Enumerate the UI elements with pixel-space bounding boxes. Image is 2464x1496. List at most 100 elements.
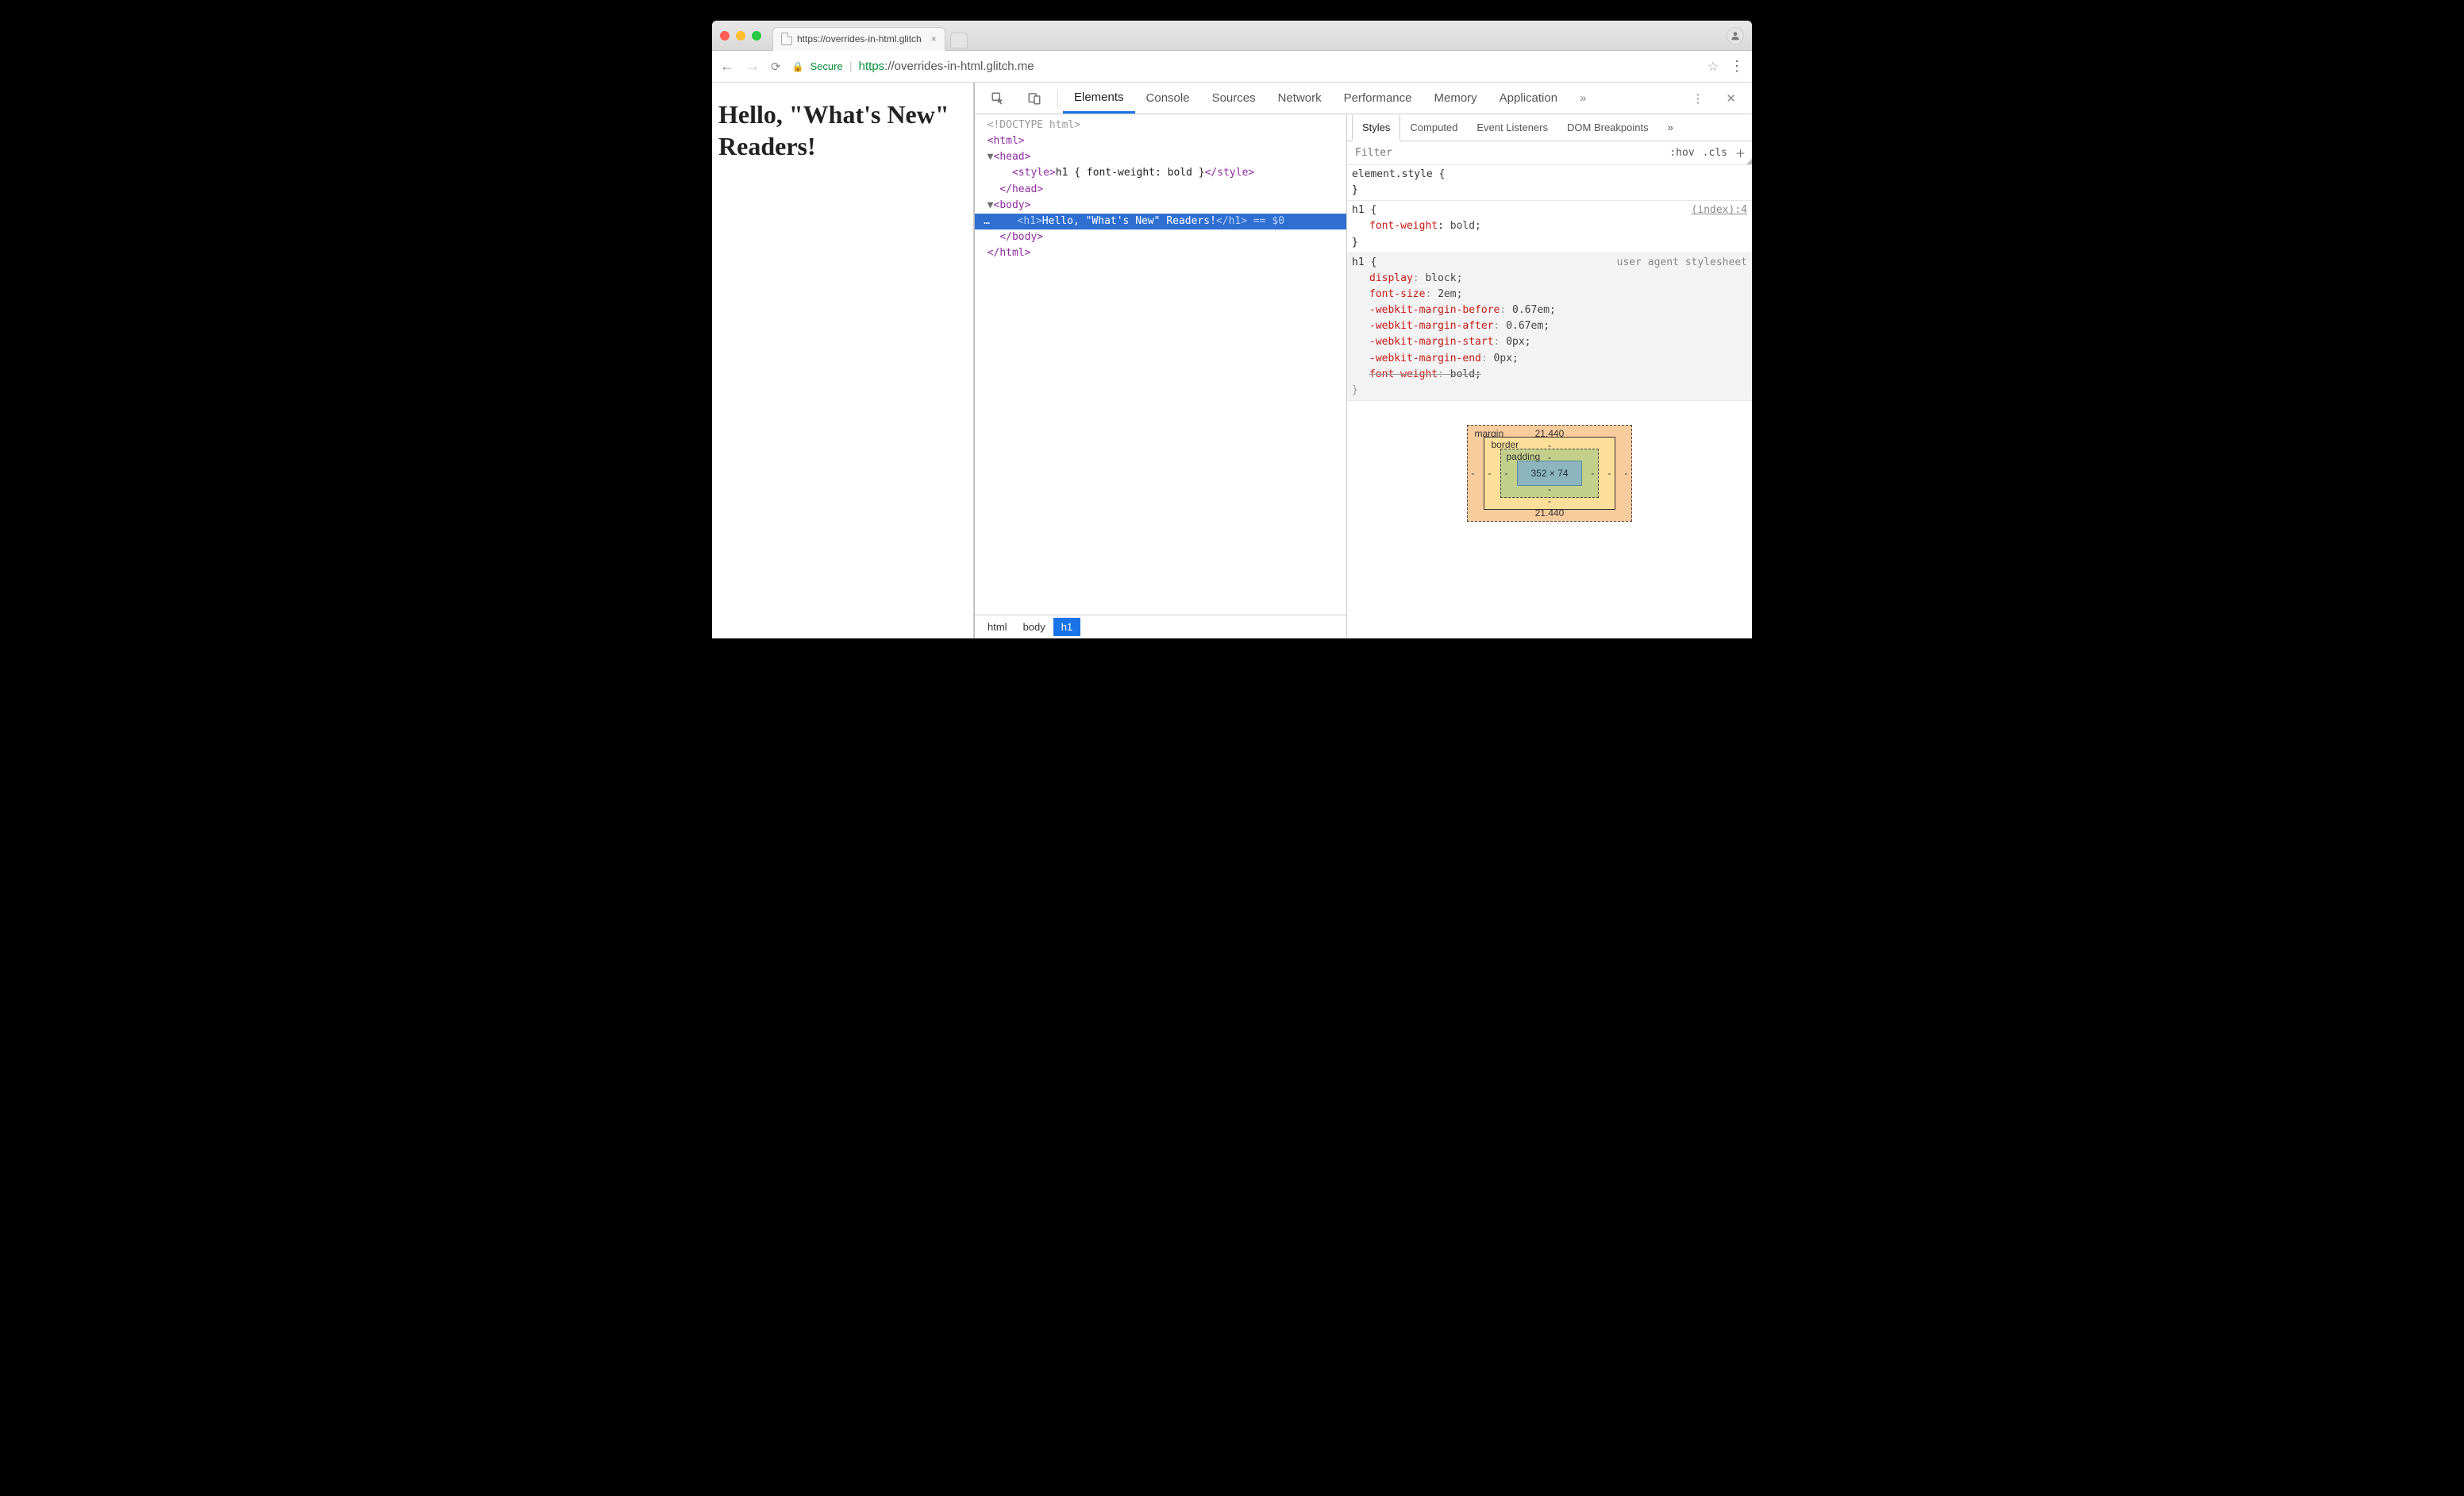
css-declaration[interactable]: -webkit-margin-end: 0px; [1352, 351, 1747, 367]
styles-panel: Styles Computed Event Listeners DOM Brea… [1347, 114, 1752, 638]
styles-tabs-overflow-icon[interactable]: » [1658, 114, 1683, 141]
dom-tree[interactable]: <!DOCTYPE html> <html> ▼<head> <style>h1… [975, 114, 1346, 615]
tab-sources[interactable]: Sources [1201, 83, 1267, 114]
browser-window: https://overrides-in-html.glitch × ← → ⟳… [712, 21, 1752, 638]
dom-html-close[interactable]: </html> [975, 245, 1346, 261]
address-bar: ← → ⟳ 🔒 Secure | https://overrides-in-ht… [712, 51, 1752, 83]
padding-top[interactable]: - [1548, 452, 1551, 463]
margin-left[interactable]: - [1471, 468, 1474, 479]
devtools-menu-icon[interactable]: ⋮ [1681, 83, 1715, 114]
tab-performance[interactable]: Performance [1333, 83, 1423, 114]
chrome-menu-icon[interactable]: ⋮ [1730, 58, 1744, 75]
padding-bottom[interactable]: - [1548, 484, 1551, 495]
tab-application[interactable]: Application [1488, 83, 1569, 114]
page-icon [781, 33, 792, 45]
css-declaration[interactable]: -webkit-margin-before: 0.67em; [1352, 303, 1747, 318]
devtools-body: <!DOCTYPE html> <html> ▼<head> <style>h1… [975, 114, 1752, 638]
tab-title: https://overrides-in-html.glitch [797, 33, 922, 44]
tab-event-listeners[interactable]: Event Listeners [1467, 114, 1557, 141]
separator: | [849, 60, 853, 73]
box-model: margin 21.440 21.440 - - border - - - [1347, 401, 1752, 638]
elements-panel: <!DOCTYPE html> <html> ▼<head> <style>h1… [975, 114, 1347, 638]
browser-tab[interactable]: https://overrides-in-html.glitch × [772, 27, 945, 51]
tab-dom-breakpoints[interactable]: DOM Breakpoints [1557, 114, 1658, 141]
dom-head-close[interactable]: </head> [975, 182, 1346, 198]
tab-computed[interactable]: Computed [1400, 114, 1467, 141]
devtools-tabs: Elements Console Sources Network Perform… [975, 83, 1752, 114]
minimize-window-icon[interactable] [736, 31, 745, 40]
dom-style[interactable]: <style>h1 { font-weight: bold }</style> [975, 165, 1346, 181]
css-declaration[interactable]: -webkit-margin-start: 0px; [1352, 334, 1747, 350]
rule-source: user agent stylesheet [1617, 255, 1747, 271]
dom-doctype[interactable]: <!DOCTYPE html> [975, 118, 1346, 133]
dom-body-close[interactable]: </body> [975, 229, 1346, 245]
styles-tabs: Styles Computed Event Listeners DOM Brea… [1347, 114, 1752, 141]
devtools-close-icon[interactable]: ✕ [1715, 83, 1747, 114]
styles-filter-row: :hov .cls ＋ [1347, 141, 1752, 165]
tabs-overflow-icon[interactable]: » [1569, 83, 1597, 114]
css-declaration[interactable]: display: block; [1352, 271, 1747, 287]
css-declaration-overridden[interactable]: font-weight: bold; [1352, 367, 1747, 383]
tab-memory[interactable]: Memory [1423, 83, 1488, 114]
rendered-page: Hello, "What's New" Readers! [712, 83, 974, 638]
new-style-rule-icon[interactable]: ＋ [1735, 145, 1746, 160]
breadcrumbs: html body h1 [975, 615, 1346, 638]
styles-filter-input[interactable] [1353, 146, 1661, 160]
box-model-padding[interactable]: padding - - - - 352 × 74 [1500, 449, 1598, 498]
zoom-window-icon[interactable] [752, 31, 761, 40]
url-field[interactable]: 🔒 Secure | https://overrides-in-html.gli… [792, 60, 1696, 73]
bookmark-star-icon[interactable]: ☆ [1707, 59, 1719, 75]
titlebar: https://overrides-in-html.glitch × [712, 21, 1752, 51]
border-left[interactable]: - [1488, 468, 1491, 479]
secure-label: Secure [810, 60, 843, 72]
box-model-border[interactable]: border - - - - padding - - - [1484, 437, 1615, 510]
margin-right[interactable]: - [1625, 468, 1628, 479]
traffic-lights [720, 31, 761, 40]
tab-console[interactable]: Console [1135, 83, 1201, 114]
padding-left[interactable]: - [1504, 468, 1507, 479]
hov-toggle[interactable]: :hov [1669, 147, 1694, 159]
forward-button[interactable]: → [745, 58, 760, 75]
styles-rules: element.style { } (index):4 h1 { font-we… [1347, 165, 1752, 401]
rule-close: } [1352, 235, 1747, 251]
css-declaration[interactable]: font-size: 2em; [1352, 287, 1747, 303]
reload-button[interactable]: ⟳ [771, 60, 781, 74]
padding-label: padding [1506, 451, 1540, 462]
profile-avatar-icon[interactable] [1727, 27, 1744, 44]
page-heading: Hello, "What's New" Readers! [718, 98, 973, 162]
crumb-body[interactable]: body [1015, 618, 1053, 636]
box-model-margin[interactable]: margin 21.440 21.440 - - border - - - [1467, 425, 1631, 522]
rule-source-link[interactable]: (index):4 [1692, 202, 1747, 218]
tab-elements[interactable]: Elements [1063, 83, 1135, 114]
new-tab-button[interactable] [950, 33, 968, 48]
border-right[interactable]: - [1608, 468, 1611, 479]
box-model-content[interactable]: 352 × 74 [1517, 461, 1581, 486]
rule-selector: element.style { [1352, 167, 1747, 183]
padding-right[interactable]: - [1592, 468, 1595, 479]
tab-network[interactable]: Network [1267, 83, 1333, 114]
css-declaration[interactable]: font-weight: bold; [1352, 218, 1747, 234]
css-declaration[interactable]: -webkit-margin-after: 0.67em; [1352, 318, 1747, 334]
inspect-icon[interactable] [980, 83, 1016, 114]
dom-h1-selected[interactable]: … <h1>Hello, "What's New" Readers!</h1> … [975, 214, 1346, 229]
close-window-icon[interactable] [720, 31, 730, 40]
close-tab-icon[interactable]: × [931, 33, 937, 44]
cls-toggle[interactable]: .cls [1703, 147, 1727, 159]
crumb-html[interactable]: html [980, 618, 1015, 636]
rule-h1-author[interactable]: (index):4 h1 { font-weight: bold; } [1347, 201, 1752, 253]
dom-head-open[interactable]: ▼<head> [975, 149, 1346, 165]
lock-icon: 🔒 [792, 61, 804, 72]
resize-corner-icon[interactable] [1746, 159, 1752, 164]
rule-element-style[interactable]: element.style { } [1347, 165, 1752, 201]
dom-html-open[interactable]: <html> [975, 133, 1346, 149]
content-row: Hello, "What's New" Readers! Elements Co… [712, 83, 1752, 638]
dom-body-open[interactable]: ▼<body> [975, 198, 1346, 214]
tab-styles[interactable]: Styles [1352, 115, 1400, 141]
rule-close: } [1352, 183, 1747, 199]
url-rest: ://overrides-in-html.glitch.me [884, 60, 1034, 73]
rule-h1-ua[interactable]: user agent stylesheet h1 { display: bloc… [1347, 253, 1752, 401]
crumb-h1[interactable]: h1 [1053, 618, 1080, 636]
back-button[interactable]: ← [720, 58, 734, 75]
device-toolbar-icon[interactable] [1016, 83, 1053, 114]
rule-close: } [1352, 383, 1747, 399]
